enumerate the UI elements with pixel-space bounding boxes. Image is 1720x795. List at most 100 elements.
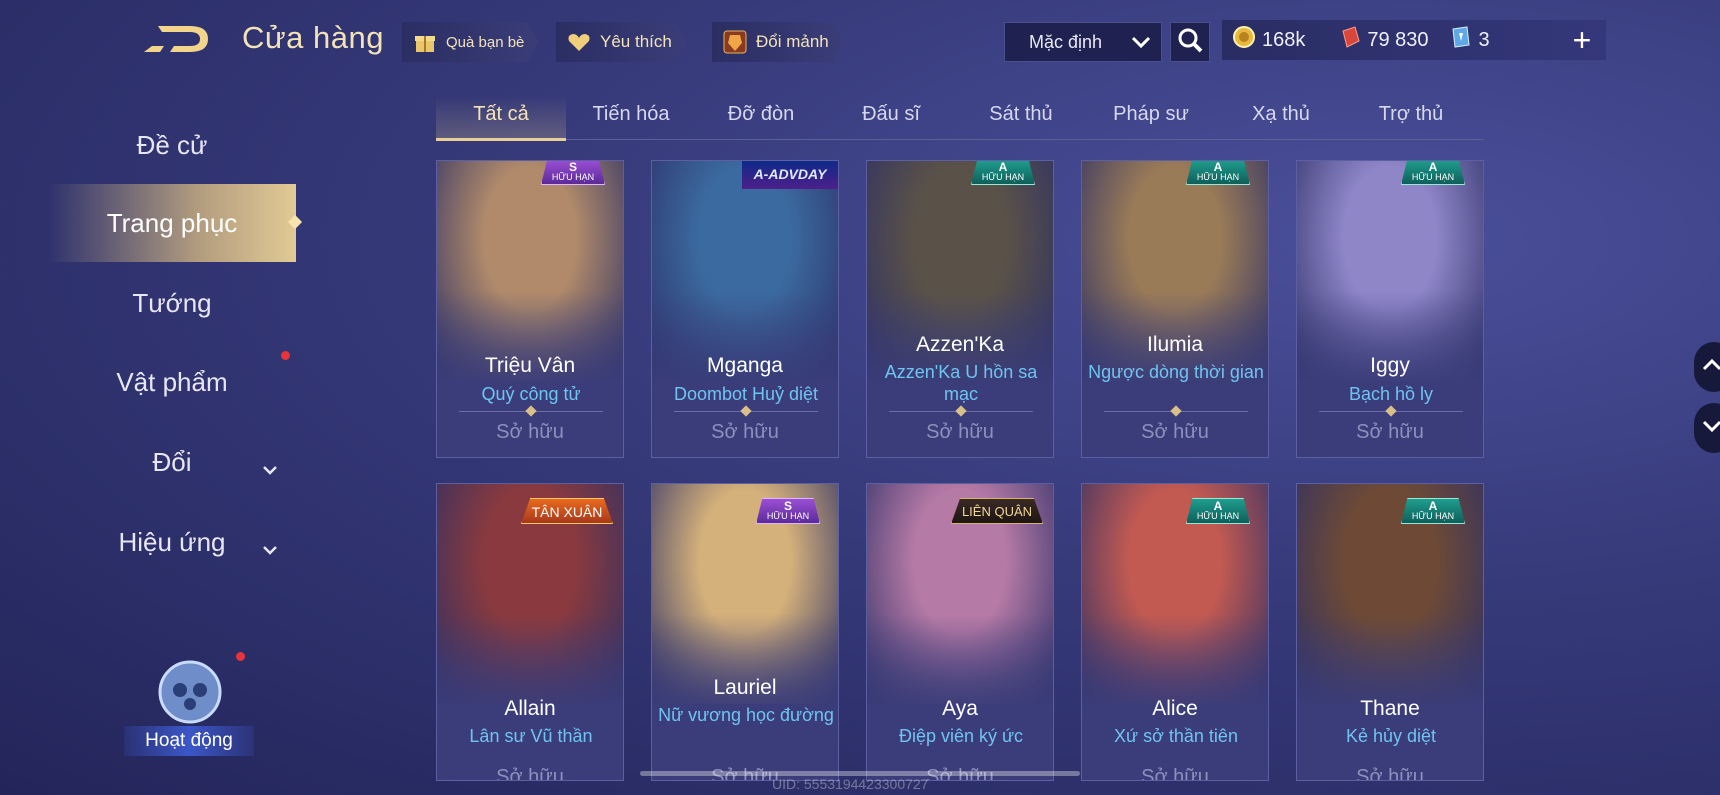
skin-name: Quý công tử — [481, 384, 581, 404]
chevron-down-icon — [262, 531, 278, 562]
hero-name: Allain — [504, 697, 556, 720]
voucher-icon — [1339, 25, 1361, 55]
favorites-label: Yêu thích — [600, 32, 672, 51]
sort-dropdown[interactable]: Mặc định — [1004, 22, 1162, 62]
top-bar: Cửa hàng Quà bạn bè Yêu thích Đổi mảnh M… — [0, 0, 1720, 84]
gold-coin-icon — [1232, 25, 1256, 55]
search-icon — [1176, 26, 1204, 59]
tab-all[interactable]: Tất cả — [436, 96, 566, 141]
owned-status: Sở hữu — [1141, 421, 1209, 443]
owned-status: Sở hữu — [1141, 766, 1209, 781]
notification-dot — [281, 351, 290, 360]
sidebar-item-label: Vật phẩm — [116, 366, 228, 397]
diamond-amount: 3 — [1478, 28, 1490, 51]
skin-card[interactable]: A HỮU HẠN Iggy Bạch hồ ly Sở hữu — [1296, 160, 1484, 458]
skin-name: Bạch hồ ly — [1348, 384, 1434, 404]
owned-status: Sở hữu — [1356, 766, 1424, 781]
scroll-up-button[interactable] — [1694, 342, 1720, 392]
skin-card[interactable]: LIÊN QUÂN Aya Điệp viên ký ức Sở hữu — [866, 483, 1054, 781]
event-badge: A-ADVDAY — [742, 161, 838, 189]
hero-name: Thane — [1360, 697, 1420, 720]
chevron-up-icon — [1702, 358, 1720, 376]
tab-fighter[interactable]: Đấu sĩ — [826, 96, 956, 140]
sidebar-item-label: Đổi — [152, 446, 192, 477]
limited-badge: A HỮU HẠN — [971, 161, 1035, 185]
currency-bar: 168k 79 830 3 — [1222, 20, 1606, 60]
gold-amount: 168k — [1262, 28, 1306, 51]
diamond-currency: 3 — [1449, 25, 1490, 55]
user-id: UID: 5553194423300727 — [772, 776, 929, 792]
activity-button[interactable]: Hoạt động — [124, 652, 254, 762]
limited-badge: S HỮU HẠN — [756, 498, 820, 524]
tab-marksman[interactable]: Xạ thủ — [1216, 96, 1346, 140]
category-tabs: Tất cả Tiến hóa Đỡ đòn Đấu sĩ Sát thủ Ph… — [436, 96, 1484, 141]
shard-icon — [722, 29, 748, 55]
skin-name: Nữ vương học đường — [658, 705, 834, 725]
sidebar-item-label: Tướng — [132, 287, 212, 318]
hero-name: Ilumia — [1146, 333, 1204, 356]
sidebar-item-recommended[interactable]: Đề cử — [48, 106, 296, 184]
tab-tank[interactable]: Đỡ đòn — [696, 96, 826, 140]
tab-support[interactable]: Trợ thủ — [1346, 96, 1476, 140]
sidebar-item-effects[interactable]: Hiệu ứng — [48, 503, 296, 581]
tab-evolution[interactable]: Tiến hóa — [566, 96, 696, 140]
scroll-down-button[interactable] — [1694, 403, 1720, 453]
limited-badge: A HỮU HẠN — [1186, 498, 1250, 524]
sidebar-item-label: Đề cử — [136, 129, 208, 160]
sidebar-item-items[interactable]: Vật phẩm — [48, 343, 296, 421]
favorites-button[interactable]: Yêu thích — [556, 22, 686, 62]
tab-mage[interactable]: Pháp sư — [1086, 96, 1216, 140]
skin-card[interactable]: S HỮU HẠN Lauriel Nữ vương học đường Sở h… — [651, 483, 839, 781]
gift-icon — [412, 29, 438, 55]
voucher-amount: 79 830 — [1367, 28, 1429, 51]
friend-gift-button[interactable]: Quà bạn bè — [402, 22, 539, 62]
chevron-down-icon — [1131, 32, 1151, 53]
skin-card[interactable]: A HỮU HẠN Alice Xứ sở thần tiên Sở hữu — [1081, 483, 1269, 781]
hero-name: Aya — [942, 697, 978, 720]
back-button[interactable] — [140, 22, 212, 58]
skin-card[interactable]: TÂN XUÂN Allain Lân sư Vũ thần Sở hữu — [436, 483, 624, 781]
notification-dot — [236, 652, 245, 661]
skin-card[interactable]: A HỮU HẠN Azzen'Ka Azzen'Ka U hồn sa mạc … — [866, 160, 1054, 458]
sidebar-item-exchange[interactable]: Đổi — [48, 423, 296, 501]
chevron-down-icon — [262, 451, 278, 482]
owned-status: Sở hữu — [1356, 421, 1424, 443]
skin-card[interactable]: A HỮU HẠN Ilumia Ngược dòng thời gian Sở … — [1081, 160, 1269, 458]
sidebar-item-skins[interactable]: Trang phục — [48, 184, 303, 262]
exchange-shards-button[interactable]: Đổi mảnh — [712, 22, 843, 62]
activity-icon — [154, 656, 226, 733]
skin-name: Ngược dòng thời gian — [1088, 362, 1264, 382]
limited-badge: A HỮU HẠN — [1401, 498, 1465, 524]
limited-badge: S HỮU HẠN — [541, 161, 605, 185]
hero-name: Alice — [1152, 697, 1198, 720]
skin-card[interactable]: A HỮU HẠN Thane Kẻ hủy diệt Sở hữu — [1296, 483, 1484, 781]
chevron-down-icon — [1702, 419, 1720, 437]
friend-gift-label: Quà bạn bè — [446, 33, 525, 51]
owned-status: Sở hữu — [496, 766, 564, 781]
heart-icon — [566, 29, 592, 55]
limited-badge: A HỮU HẠN — [1186, 161, 1250, 185]
hero-name: Mganga — [707, 354, 783, 377]
sort-value: Mặc định — [1029, 31, 1103, 52]
gold-currency: 168k — [1232, 25, 1305, 55]
skin-card[interactable]: A-ADVDAY Mganga Doombot Huỷ diệt Sở hữu — [651, 160, 839, 458]
skin-name: Azzen'Ka U hồn sa mạc — [884, 362, 1038, 404]
event-badge: LIÊN QUÂN — [951, 498, 1043, 524]
sidebar-item-heroes[interactable]: Tướng — [48, 264, 296, 342]
hero-name: Iggy — [1370, 354, 1410, 377]
back-arrow-icon — [144, 26, 208, 52]
limited-badge: A HỮU HẠN — [1401, 161, 1465, 185]
tab-assassin[interactable]: Sát thủ — [956, 96, 1086, 140]
skin-card[interactable]: S HỮU HẠN Triệu Vân Quý công tử Sở hữu — [436, 160, 624, 458]
voucher-currency: 79 830 — [1339, 25, 1429, 55]
sidebar-item-label: Trang phục — [106, 207, 238, 238]
owned-status: Sở hữu — [926, 421, 994, 443]
skin-name: Lân sư Vũ thần — [469, 726, 593, 746]
owned-status: Sở hữu — [496, 421, 564, 443]
search-button[interactable] — [1170, 22, 1210, 62]
skin-name: Doombot Huỷ diệt — [673, 384, 819, 404]
hero-name: Lauriel — [713, 676, 777, 699]
activity-label: Hoạt động — [124, 726, 254, 756]
add-currency-button[interactable]: + — [1562, 20, 1602, 60]
skin-name: Điệp viên ký ức — [898, 726, 1024, 746]
